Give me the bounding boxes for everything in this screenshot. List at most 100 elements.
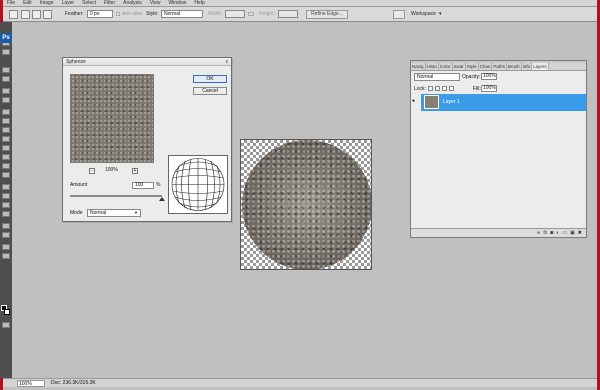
zoom-in-button[interactable]: + — [132, 168, 138, 174]
amount-input[interactable]: 100 — [132, 182, 154, 189]
marquee-tool-icon[interactable] — [2, 49, 10, 55]
amount-unit: % — [156, 182, 161, 188]
clone-stamp-icon[interactable] — [2, 127, 10, 133]
document-canvas[interactable] — [240, 139, 372, 270]
new-selection-icon[interactable] — [21, 10, 30, 19]
new-layer-icon[interactable]: ▣ — [570, 230, 575, 236]
blend-mode-select[interactable]: Normal — [414, 73, 460, 81]
antialias-label: Anti-alias — [122, 11, 143, 17]
menu-analysis[interactable]: Analysis — [123, 0, 142, 6]
zoom-out-button[interactable]: - — [89, 168, 95, 174]
layer-row[interactable]: Layer 1 — [421, 94, 586, 111]
tab-styles[interactable]: Style — [466, 63, 479, 70]
mode-label: Mode — [70, 210, 83, 216]
group-icon[interactable]: ▭ — [562, 230, 567, 236]
brush-tool-icon[interactable] — [2, 118, 10, 124]
zoom-level-field[interactable]: 100% — [17, 379, 45, 387]
dialog-title: Spherize — [66, 59, 86, 65]
3d-rotate-icon[interactable] — [2, 223, 10, 229]
menu-file[interactable]: File — [7, 0, 15, 6]
gradient-tool-icon[interactable] — [2, 154, 10, 160]
ok-button[interactable]: OK — [193, 75, 227, 83]
close-icon[interactable]: x — [226, 59, 229, 65]
tab-channels[interactable]: Chan — [479, 63, 493, 70]
style-select[interactable]: Normal — [161, 10, 203, 18]
lock-pixels-icon[interactable] — [435, 86, 440, 91]
tab-navigator[interactable]: Navig — [411, 63, 426, 70]
crop-tool-icon[interactable] — [2, 88, 10, 94]
tab-layers[interactable]: Layers — [532, 63, 549, 70]
fx-icon[interactable]: fx — [543, 230, 547, 236]
panel-tabs: Navig Histo Color Swat Style Chan Paths … — [411, 63, 586, 71]
pen-tool-icon[interactable] — [2, 184, 10, 190]
eyedropper-icon[interactable] — [2, 97, 10, 103]
workspace-switch-icon[interactable] — [393, 10, 405, 19]
dialog-titlebar[interactable]: Spherize x — [63, 58, 231, 66]
lock-transparency-icon[interactable] — [428, 86, 433, 91]
cancel-button[interactable]: Cancel — [193, 87, 227, 95]
menu-layer[interactable]: Layer — [62, 0, 75, 6]
eye-icon[interactable]: ● — [412, 98, 415, 104]
menu-select[interactable]: Select — [82, 0, 96, 6]
mask-icon[interactable]: ◙ — [550, 230, 553, 236]
width-input[interactable] — [225, 10, 245, 18]
lock-position-icon[interactable] — [442, 86, 447, 91]
background-color-swatch[interactable] — [4, 309, 10, 315]
chevron-down-icon[interactable]: ▾ — [439, 10, 442, 18]
quick-mask-icon[interactable] — [2, 322, 10, 328]
lock-label: Lock: — [414, 86, 426, 92]
menu-window[interactable]: Window — [169, 0, 187, 6]
add-selection-icon[interactable] — [32, 10, 41, 19]
mode-select[interactable]: Normal ▼ — [87, 209, 141, 217]
zoom-tool-icon[interactable] — [2, 253, 10, 259]
filter-preview[interactable] — [70, 74, 154, 163]
height-label: Height: — [259, 11, 275, 17]
lock-all-icon[interactable] — [449, 86, 454, 91]
antialias-checkbox[interactable] — [116, 12, 120, 16]
adjustment-icon[interactable]: ◐ — [556, 230, 559, 236]
document-size-info: Doc: 236.3K/315.3K — [51, 380, 96, 386]
type-tool-icon[interactable] — [2, 193, 10, 199]
menu-image[interactable]: Image — [40, 0, 54, 6]
amount-slider-thumb[interactable] — [159, 197, 165, 201]
tab-color[interactable]: Color — [439, 63, 453, 70]
menu-help[interactable]: Help — [194, 0, 204, 6]
refine-edge-button[interactable]: Refine Edge... — [306, 10, 348, 19]
spherize-dialog: Spherize x - 100% + OK Cancel Amount 100… — [62, 57, 232, 222]
amount-slider-track[interactable] — [70, 195, 162, 197]
spherized-image — [242, 140, 371, 269]
healing-brush-icon[interactable] — [2, 109, 10, 115]
shape-tool-icon[interactable] — [2, 211, 10, 217]
path-selection-icon[interactable] — [2, 202, 10, 208]
hand-tool-icon[interactable] — [2, 244, 10, 250]
tab-swatches[interactable]: Swat — [453, 63, 466, 70]
height-input[interactable] — [278, 10, 298, 18]
dodge-tool-icon[interactable] — [2, 172, 10, 178]
feather-input[interactable]: 0 px — [87, 10, 113, 18]
menu-filter[interactable]: Filter — [104, 0, 115, 6]
3d-orbit-icon[interactable] — [2, 232, 10, 238]
trash-icon[interactable]: ✖ — [578, 230, 582, 236]
swap-icon[interactable] — [248, 12, 254, 16]
fill-label: Fill: — [473, 86, 481, 92]
subtract-selection-icon[interactable] — [43, 10, 52, 19]
menu-view[interactable]: View — [150, 0, 161, 6]
tab-paths[interactable]: Paths — [492, 63, 507, 70]
eraser-tool-icon[interactable] — [2, 145, 10, 151]
tab-brushes[interactable]: Brush — [507, 63, 522, 70]
fill-input[interactable]: 100% — [481, 85, 497, 92]
tab-histogram[interactable]: Histo — [426, 63, 439, 70]
magic-wand-icon[interactable] — [2, 76, 10, 82]
feather-label: Feather: — [65, 11, 84, 17]
marquee-tool-icon[interactable] — [9, 10, 18, 19]
tab-info[interactable]: Info — [522, 63, 533, 70]
amount-label: Amount — [70, 182, 88, 188]
link-icon[interactable]: ∞ — [537, 230, 541, 236]
menu-edit[interactable]: Edit — [23, 0, 32, 6]
lasso-tool-icon[interactable] — [2, 67, 10, 73]
history-brush-icon[interactable] — [2, 136, 10, 142]
blur-tool-icon[interactable] — [2, 163, 10, 169]
opacity-input[interactable]: 100% — [481, 73, 497, 80]
chevron-down-icon: ▼ — [134, 210, 138, 215]
workspace-label[interactable]: Workspace — [411, 10, 436, 18]
